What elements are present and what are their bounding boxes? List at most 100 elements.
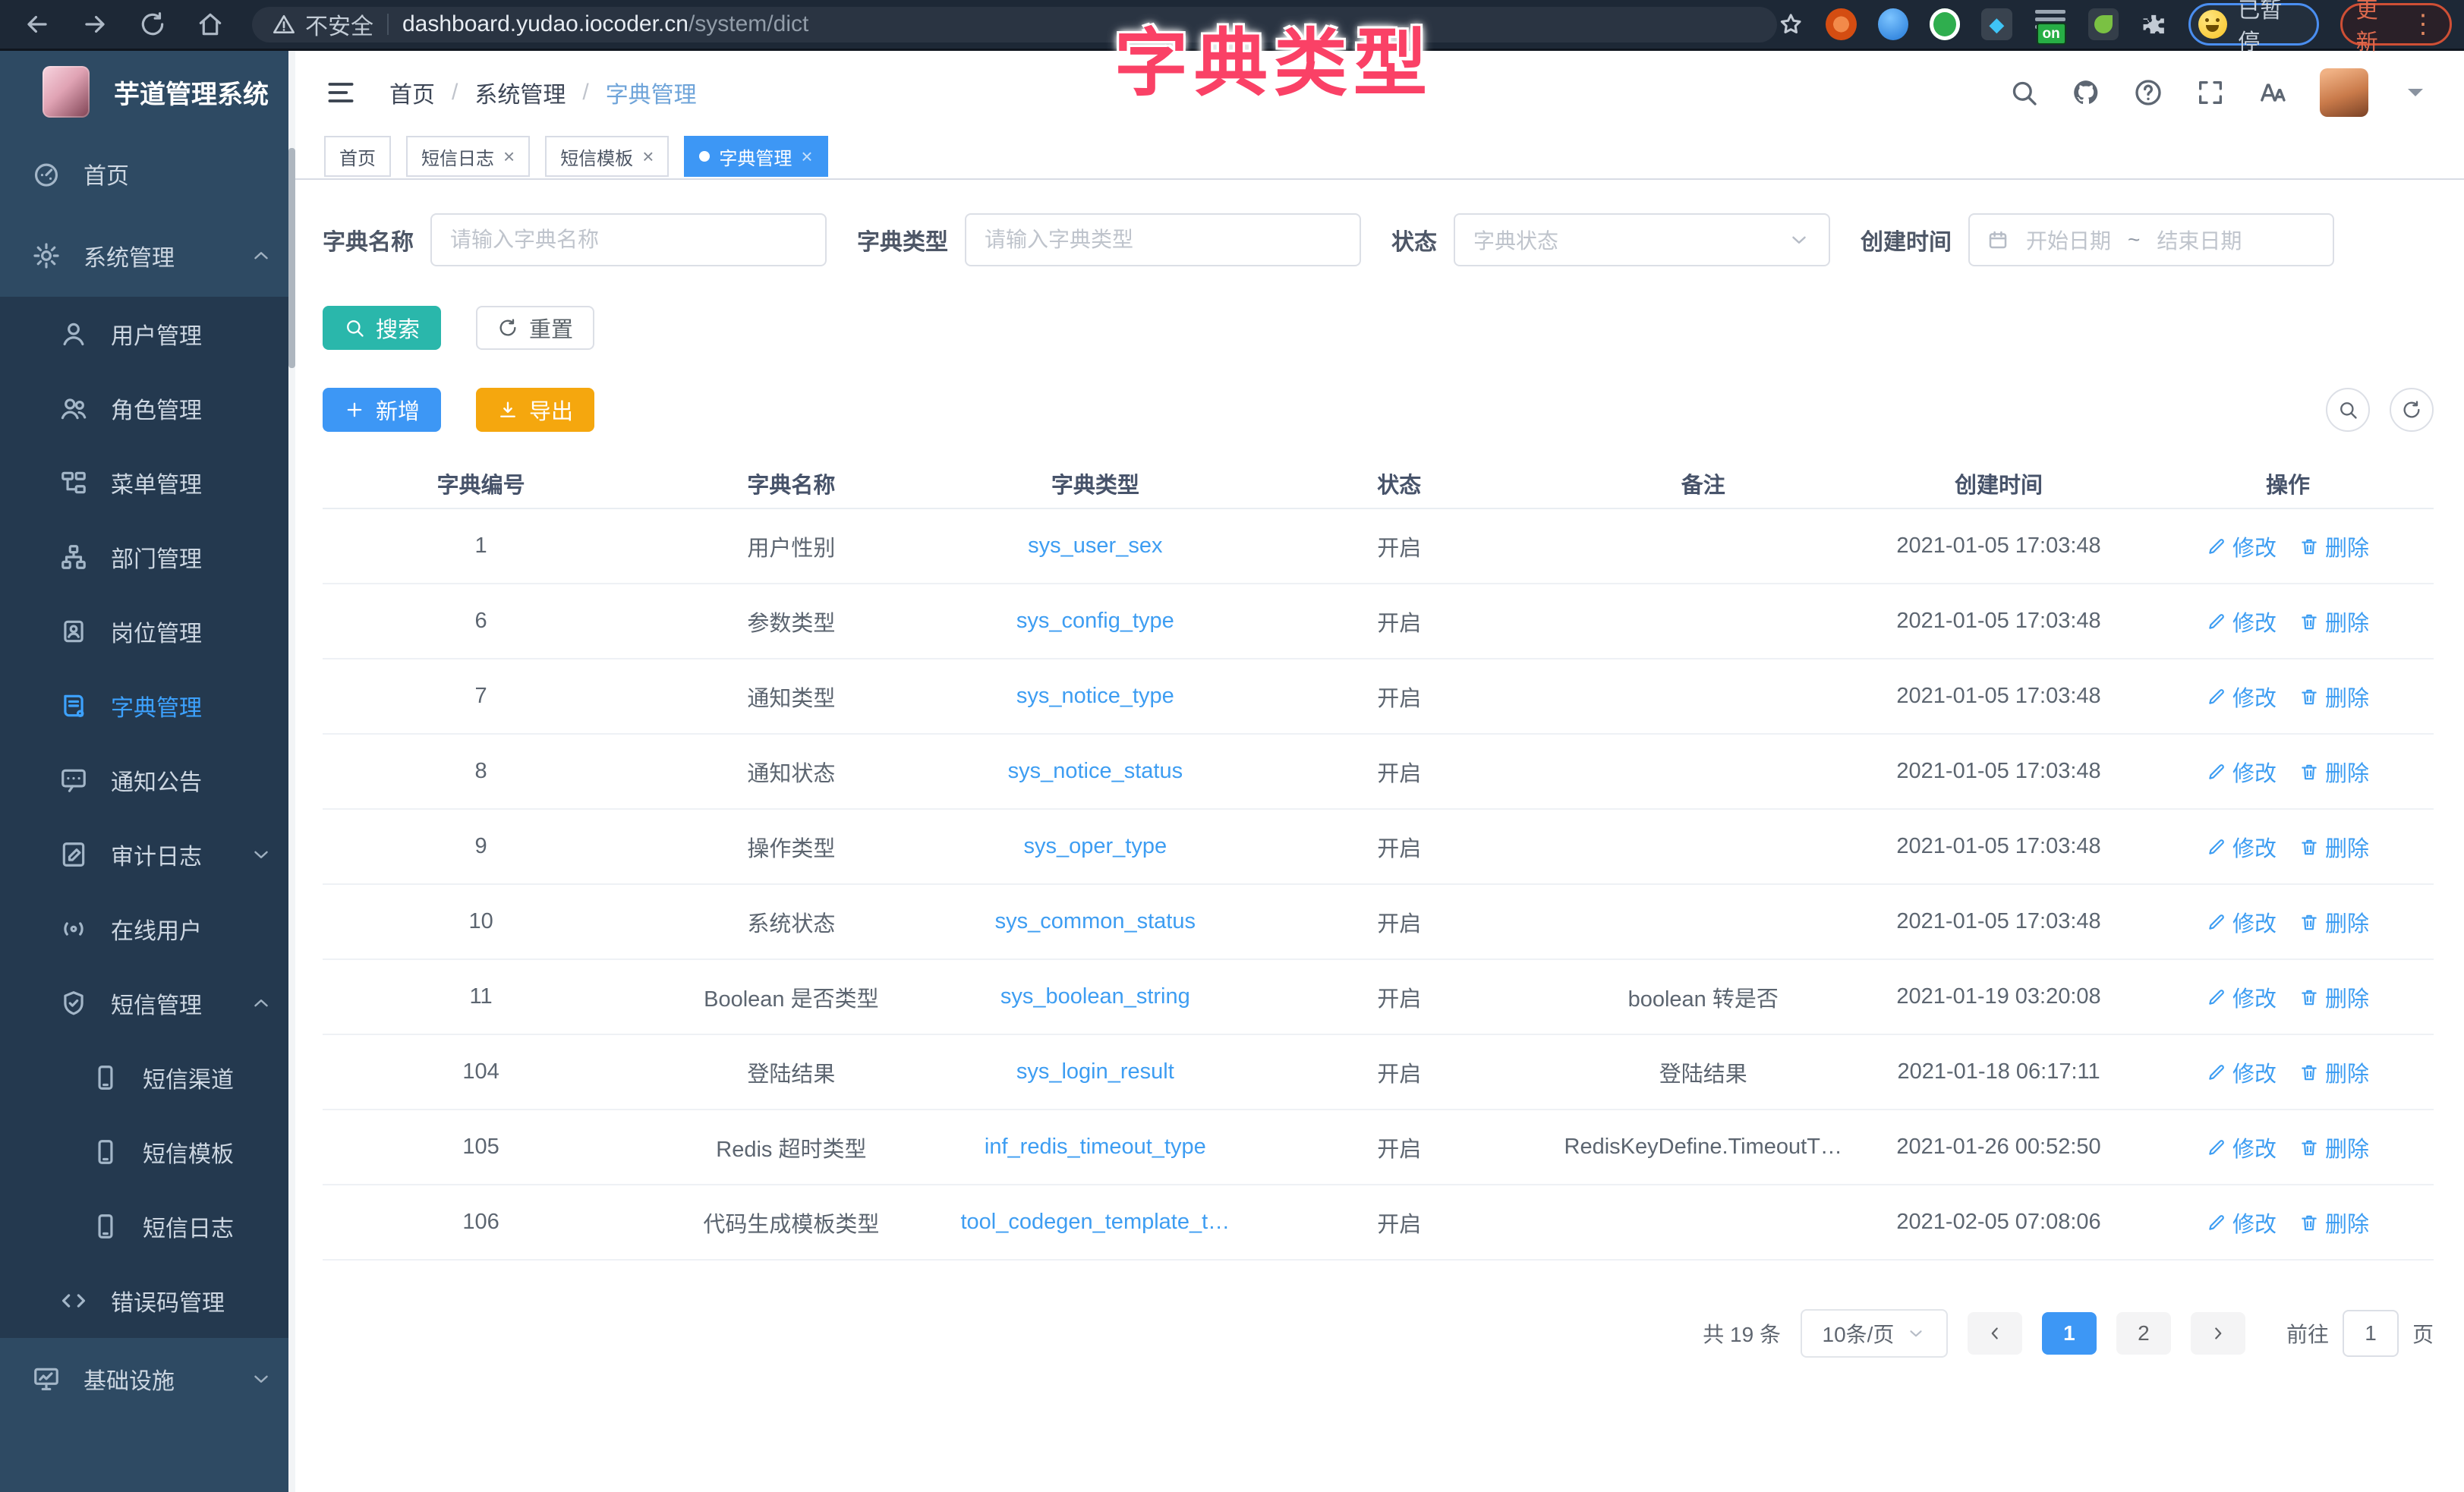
sidebar-item-error-code[interactable]: 错误码管理 [0, 1264, 295, 1338]
delete-link[interactable]: 删除 [2299, 981, 2369, 1013]
extension-icon-green[interactable] [1930, 8, 1960, 40]
sidebar-toggle-hamburger-icon[interactable] [324, 76, 358, 109]
delete-link[interactable]: 删除 [2299, 606, 2369, 637]
sidebar-item-dict[interactable]: 字典管理 [0, 669, 295, 743]
sidebar-scrollbar[interactable] [288, 51, 295, 1492]
sidebar-item-notice[interactable]: 通知公告 [0, 743, 295, 817]
reset-button[interactable]: 重置 [476, 306, 594, 350]
extension-icon-orange[interactable] [1826, 8, 1856, 40]
extensions-puzzle-icon[interactable] [2140, 10, 2167, 39]
dict-name-input[interactable] [430, 213, 827, 266]
dict-type-link[interactable]: sys_login_result [944, 1059, 1247, 1084]
sidebar-item-audit-log[interactable]: 审计日志 [0, 817, 295, 892]
extension-icon-leaf[interactable] [2088, 8, 2119, 40]
export-button[interactable]: 导出 [476, 388, 594, 432]
edit-link[interactable]: 修改 [2207, 756, 2277, 788]
dict-type-input[interactable] [965, 213, 1361, 266]
delete-link[interactable]: 删除 [2299, 831, 2369, 863]
dict-type-link[interactable]: inf_redis_timeout_type [944, 1135, 1247, 1160]
browser-forward-button[interactable] [80, 10, 109, 39]
scrollbar-thumb[interactable] [288, 148, 295, 368]
tab-dict[interactable]: 字典管理 × [684, 136, 827, 177]
tab-sms-log[interactable]: 短信日志 × [406, 136, 530, 177]
delete-link[interactable]: 删除 [2299, 1132, 2369, 1163]
tab-sms-template[interactable]: 短信模板 × [545, 136, 669, 177]
sidebar-item-online-user[interactable]: 在线用户 [0, 892, 295, 966]
browser-update-button[interactable]: 更新 ⋮ [2340, 3, 2452, 46]
sidebar-item-dept[interactable]: 部门管理 [0, 520, 295, 594]
profile-paused-pill[interactable]: 已暂停 [2188, 3, 2318, 46]
close-icon[interactable]: × [642, 146, 654, 166]
avatar-caret-down-icon[interactable] [2400, 77, 2431, 108]
sidebar-item-infra[interactable]: 基础设施 [0, 1338, 295, 1420]
close-icon[interactable]: × [503, 146, 515, 166]
browser-back-button[interactable] [23, 10, 52, 39]
browser-reload-button[interactable] [138, 10, 167, 39]
page-size-select[interactable]: 10条/页 [1801, 1309, 1948, 1358]
breadcrumb-item[interactable]: 系统管理 [474, 76, 566, 109]
help-icon[interactable] [2133, 77, 2163, 108]
edit-link[interactable]: 修改 [2207, 606, 2277, 637]
dict-type-link[interactable]: sys_user_sex [944, 534, 1247, 559]
edit-link[interactable]: 修改 [2207, 681, 2277, 713]
delete-link[interactable]: 删除 [2299, 1056, 2369, 1088]
edit-link[interactable]: 修改 [2207, 831, 2277, 863]
page-number-button[interactable]: 2 [2116, 1312, 2171, 1355]
delete-link[interactable]: 删除 [2299, 756, 2369, 788]
edit-link[interactable]: 修改 [2207, 1056, 2277, 1088]
sidebar-item-menu[interactable]: 菜单管理 [0, 445, 295, 520]
dict-type-link[interactable]: sys_notice_status [944, 759, 1247, 784]
bookmark-star-icon[interactable] [1777, 10, 1804, 39]
header-search-icon[interactable] [2009, 77, 2039, 108]
search-button[interactable]: 搜索 [323, 306, 441, 350]
next-page-button[interactable] [2191, 1312, 2245, 1355]
dict-type-link[interactable]: tool_codegen_template_t… [944, 1210, 1247, 1235]
tab-home[interactable]: 首页 [324, 136, 391, 177]
date-range-picker[interactable]: 开始日期 ~ 结束日期 [1968, 213, 2334, 266]
browser-menu-kebab-icon[interactable]: ⋮ [2410, 11, 2436, 37]
edit-link[interactable]: 修改 [2207, 981, 2277, 1013]
browser-home-button[interactable] [196, 10, 225, 39]
fullscreen-icon[interactable] [2195, 77, 2226, 108]
sidebar-item-sms-log[interactable]: 短信日志 [0, 1189, 295, 1264]
edit-link[interactable]: 修改 [2207, 906, 2277, 938]
edit-link[interactable]: 修改 [2207, 530, 2277, 562]
dict-type-link[interactable]: sys_common_status [944, 909, 1247, 934]
show-search-toggle-button[interactable] [2326, 388, 2370, 432]
sidebar-item-post[interactable]: 岗位管理 [0, 594, 295, 669]
page-number-button[interactable]: 1 [2042, 1312, 2097, 1355]
delete-link[interactable]: 删除 [2299, 530, 2369, 562]
dict-type-link[interactable]: sys_boolean_string [944, 984, 1247, 1009]
dict-type-link[interactable]: sys_oper_type [944, 834, 1247, 859]
sidebar-item-sms-channel[interactable]: 短信渠道 [0, 1040, 295, 1115]
edit-link[interactable]: 修改 [2207, 1207, 2277, 1239]
sidebar-item-user[interactable]: 用户管理 [0, 297, 295, 371]
status-select[interactable]: 字典状态 [1454, 213, 1830, 266]
sidebar-item-role[interactable]: 角色管理 [0, 371, 295, 445]
close-icon[interactable]: × [801, 146, 812, 166]
extension-icon-tabs-on[interactable]: on [2034, 7, 2067, 42]
delete-link[interactable]: 删除 [2299, 681, 2369, 713]
sidebar-item-home[interactable]: 首页 [0, 133, 295, 215]
extension-icon-blue-drop[interactable] [1878, 8, 1908, 40]
delete-link[interactable]: 删除 [2299, 1207, 2369, 1239]
user-avatar[interactable] [2320, 68, 2368, 117]
extension-icon-diamond[interactable]: ◆ [1981, 8, 2012, 40]
trash-icon [2299, 762, 2319, 782]
sidebar-item-sms[interactable]: 短信管理 [0, 966, 295, 1040]
refresh-table-button[interactable] [2390, 388, 2434, 432]
font-size-icon[interactable] [2258, 77, 2288, 108]
dict-type-link[interactable]: sys_notice_type [944, 684, 1247, 709]
dict-type-link[interactable]: sys_config_type [944, 609, 1247, 634]
address-bar[interactable]: 不安全 dashboard.yudao.iocoder.cn/system/di… [252, 7, 1777, 42]
sidebar-item-sms-template[interactable]: 短信模板 [0, 1115, 295, 1189]
sidebar-logo[interactable]: 芋道管理系统 [0, 51, 295, 133]
breadcrumb-item[interactable]: 首页 [389, 76, 435, 109]
delete-link[interactable]: 删除 [2299, 906, 2369, 938]
add-button[interactable]: 新增 [323, 388, 441, 432]
prev-page-button[interactable] [1968, 1312, 2022, 1355]
github-icon[interactable] [2071, 77, 2101, 108]
goto-page-input[interactable] [2343, 1310, 2399, 1357]
sidebar-item-system[interactable]: 系统管理 [0, 215, 295, 297]
edit-link[interactable]: 修改 [2207, 1132, 2277, 1163]
